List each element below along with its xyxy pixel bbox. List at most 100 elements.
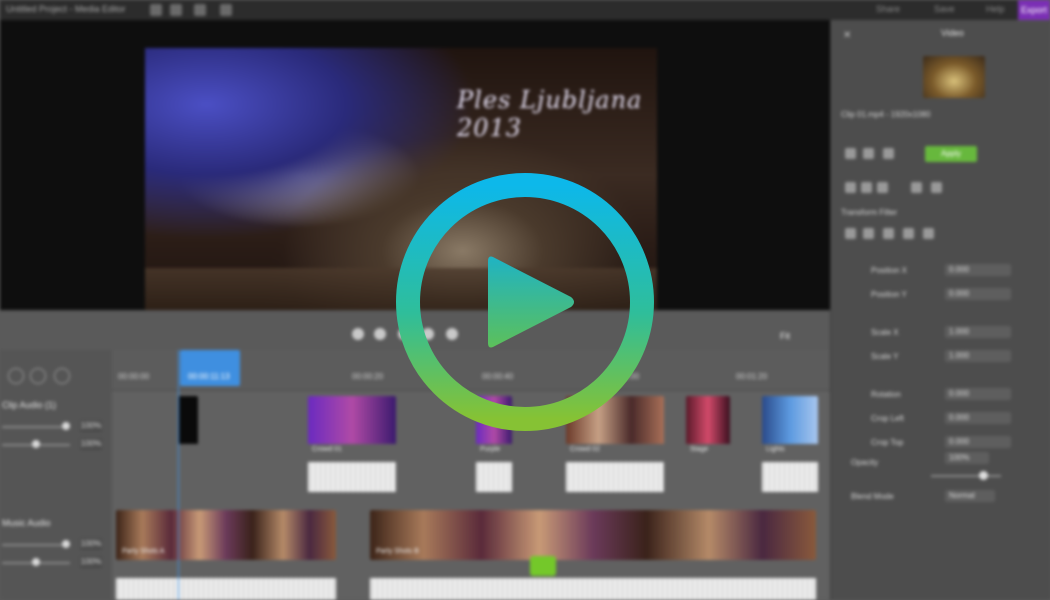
clip-thumbnail	[308, 396, 396, 444]
param-label: Position Y	[871, 290, 907, 299]
clip-label: Crowd 01	[312, 446, 342, 453]
play-icon	[488, 256, 574, 348]
marker-icon[interactable]	[194, 4, 206, 16]
audio-waveform[interactable]	[762, 462, 818, 492]
redo-icon[interactable]	[170, 4, 182, 16]
timeline-clip[interactable]: Lights	[762, 396, 818, 460]
param-field[interactable]: 0.000	[945, 412, 1011, 424]
play-button[interactable]	[394, 171, 656, 433]
export-button[interactable]: Export	[1018, 0, 1050, 20]
ruler-tick: 00:00:00	[118, 372, 150, 381]
opacity-label: Opacity	[851, 458, 879, 467]
rewind-icon[interactable]	[352, 328, 364, 340]
param-label: Position X	[871, 266, 908, 275]
share-button[interactable]: Share	[876, 4, 900, 14]
track1-volume-slider[interactable]	[2, 426, 70, 428]
rotate-icon[interactable]	[863, 148, 874, 159]
param-label: Rotation	[871, 390, 901, 399]
timeline-clip[interactable]	[178, 396, 198, 460]
clip-thumbnail	[178, 396, 198, 444]
track2-label: Music Audio	[2, 518, 51, 528]
clip-preview-thumbnail	[923, 56, 985, 98]
track1-label: Clip Audio (1)	[2, 400, 57, 410]
clip-label: Stage	[690, 446, 709, 453]
zoom-select[interactable]: Fit	[780, 331, 790, 341]
audio-waveform[interactable]	[476, 462, 512, 492]
param-field[interactable]: 1.000	[945, 326, 1011, 338]
audio-waveform[interactable]	[566, 462, 664, 492]
link-icon[interactable]	[30, 368, 46, 384]
track1-pan-knob[interactable]	[32, 440, 40, 448]
param-field[interactable]: 0.000	[945, 388, 1011, 400]
audio-waveform[interactable]	[370, 578, 816, 600]
inspector-title: Video	[941, 28, 964, 38]
clip-label: Purple	[480, 446, 501, 453]
blend-mode-select[interactable]: Normal	[945, 490, 995, 502]
audio-waveform[interactable]	[116, 578, 336, 600]
window-title: Untitled Project - Media Editor	[6, 4, 126, 14]
track1-pan-value[interactable]: 100%	[80, 438, 102, 450]
inspector-panel: ✕ Video Clip 01.mp4 - 1920x1080 Apply Tr…	[830, 20, 1050, 600]
track-header-panel: Clip Audio (1) 100% 100% Music Audio 100…	[0, 350, 112, 600]
ripple-icon[interactable]	[54, 368, 70, 384]
crop-icon[interactable]	[845, 148, 856, 159]
clip-label: Crowd 02	[570, 446, 600, 453]
title-overlay: Ples Ljubljana 2013	[457, 86, 643, 142]
help-button[interactable]: Help	[986, 4, 1005, 14]
align-right-icon[interactable]	[877, 182, 888, 193]
track2-pan-knob[interactable]	[32, 558, 40, 566]
timeline-clip[interactable]: Stage	[686, 396, 730, 460]
opacity-slider[interactable]	[931, 475, 1001, 477]
align-center-icon[interactable]	[861, 182, 872, 193]
param-label: Crop Left	[871, 414, 904, 423]
track2-volume-value[interactable]: 100%	[80, 538, 102, 550]
track2-volume-knob[interactable]	[62, 540, 70, 548]
top-bar: Untitled Project - Media Editor Share Sa…	[0, 0, 1050, 20]
param-field[interactable]: 1.000	[945, 350, 1011, 362]
timeline-clip[interactable]: Party Shots A	[116, 510, 336, 560]
camera-icon[interactable]	[220, 4, 232, 16]
param-label: Crop Top	[871, 438, 904, 447]
flip-icon[interactable]	[883, 148, 894, 159]
param-label: Scale X	[871, 328, 899, 337]
clip-thumbnail	[686, 396, 730, 444]
delete-icon[interactable]	[923, 228, 934, 239]
close-icon[interactable]: ✕	[843, 30, 851, 41]
timeline-clip[interactable]: Crowd 01	[308, 396, 396, 460]
clip-label: Party Shots A	[122, 548, 165, 555]
playhead-time: 00:00:11:13	[188, 372, 230, 381]
save-button[interactable]: Save	[934, 4, 955, 14]
track1-volume-knob[interactable]	[62, 422, 70, 430]
target-icon[interactable]	[863, 228, 874, 239]
align-left-icon[interactable]	[845, 182, 856, 193]
track1-volume-value[interactable]: 100%	[80, 420, 102, 432]
copy-icon[interactable]	[911, 182, 922, 193]
step-back-icon[interactable]	[374, 328, 386, 340]
ruler-tick: 00:00:20	[352, 372, 384, 381]
undo-icon[interactable]	[150, 4, 162, 16]
track2-volume-slider[interactable]	[2, 544, 70, 546]
clip-label: Party Shots B	[376, 548, 419, 555]
ruler-tick: 00:01:20	[736, 372, 768, 381]
magnet-icon[interactable]	[8, 368, 24, 384]
opacity-field[interactable]: 100%	[945, 452, 989, 464]
audio-waveform[interactable]	[308, 462, 396, 492]
param-field[interactable]: 0.000	[945, 436, 1011, 448]
param-field[interactable]: 0.000	[945, 264, 1011, 276]
reset-icon[interactable]	[903, 228, 914, 239]
playhead-handle[interactable]: 00:00:11:13	[180, 350, 240, 386]
section-label: Transform Filter	[841, 208, 898, 217]
apply-button[interactable]: Apply	[925, 146, 977, 162]
marker-flag[interactable]	[530, 556, 556, 576]
clip-thumbnail	[762, 396, 818, 444]
opacity-slider-knob[interactable]	[979, 471, 988, 480]
track2-pan-value[interactable]: 100%	[80, 556, 102, 568]
param-label: Scale Y	[871, 352, 899, 361]
link-icon[interactable]	[883, 228, 894, 239]
blend-label: Blend Mode	[851, 492, 894, 501]
clip-label: Lights	[766, 446, 785, 453]
param-field[interactable]: 0.000	[945, 288, 1011, 300]
paste-icon[interactable]	[931, 182, 942, 193]
timeline-clip[interactable]: Party Shots B	[370, 510, 816, 560]
grid-icon[interactable]	[845, 228, 856, 239]
